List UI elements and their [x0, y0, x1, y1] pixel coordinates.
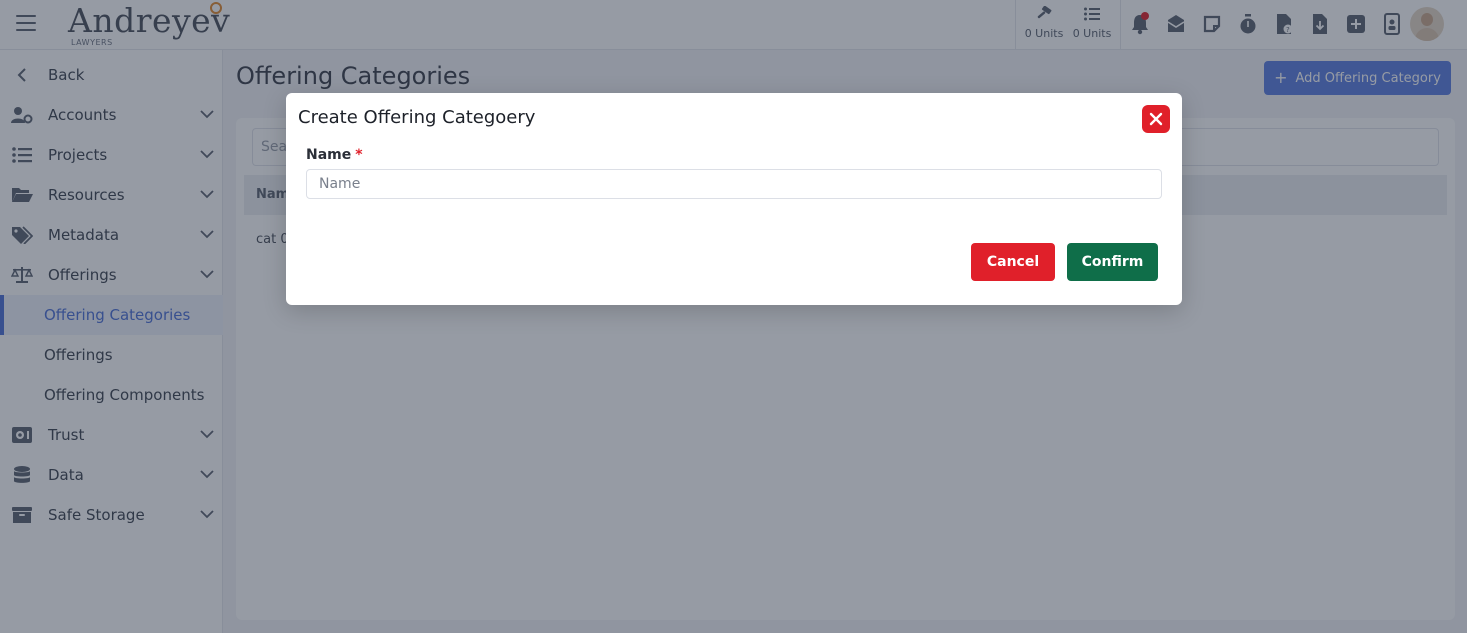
dialog-title: Create Offering Categoery [298, 107, 536, 128]
name-field-label: Name * [306, 147, 363, 163]
name-label-text: Name [306, 147, 352, 163]
close-icon [1149, 112, 1163, 126]
required-marker: * [355, 147, 363, 163]
create-offering-category-dialog: Create Offering Categoery Name* Cancel C… [286, 93, 1182, 305]
close-button[interactable] [1142, 105, 1170, 133]
name-field[interactable] [306, 169, 1162, 199]
confirm-button[interactable]: Confirm [1067, 243, 1158, 281]
cancel-button[interactable]: Cancel [971, 243, 1055, 281]
